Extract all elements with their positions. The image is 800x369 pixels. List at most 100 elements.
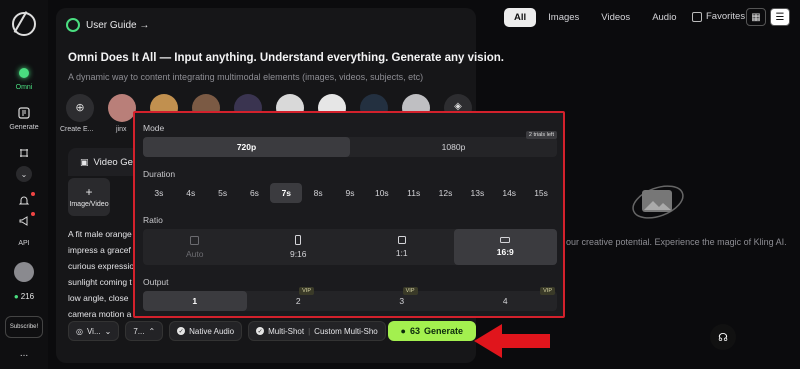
ratio-16-9-label: 16:9	[496, 247, 514, 257]
filter-images[interactable]: Images	[538, 8, 589, 27]
video-tab-label: Video Ge	[93, 156, 133, 168]
filter-videos[interactable]: Videos	[591, 8, 640, 27]
native-audio-toggle[interactable]: ✓ Native Audio	[169, 321, 243, 341]
prompt-line: A fit male orange	[68, 229, 132, 239]
check-icon: ✓	[256, 327, 265, 335]
generate-button[interactable]: ● 63 Generate	[387, 321, 476, 341]
chevron-down-icon: ⌄	[104, 326, 112, 336]
video-icon: ▣	[80, 156, 89, 167]
output-2-label: 2	[295, 296, 301, 306]
avatar[interactable]	[14, 262, 34, 282]
duration-option[interactable]: 15s	[525, 183, 557, 203]
ratio-label: Ratio	[143, 215, 163, 225]
prompt-line: camera motion a	[68, 309, 132, 319]
list-view-button[interactable]: ☰	[770, 8, 790, 26]
ratio-option-auto[interactable]: Auto	[143, 229, 247, 265]
duration-selector: 3s 4s 5s 6s 7s 8s 9s 10s 11s 12s 13s 14s 15s	[143, 183, 557, 203]
empty-state-image-icon	[632, 185, 684, 219]
subscribe-button[interactable]: Subscribe!	[5, 316, 43, 338]
rail-label-api: API	[18, 240, 30, 247]
duration-dropdown[interactable]: 7... ⌃	[125, 321, 164, 341]
duration-option[interactable]: 5s	[207, 183, 239, 203]
app-logo-icon[interactable]	[12, 12, 36, 36]
duration-option[interactable]: 8s	[302, 183, 334, 203]
duration-option[interactable]: 13s	[461, 183, 493, 203]
credits-value: 216	[20, 292, 35, 301]
duration-option[interactable]: 11s	[398, 183, 430, 203]
filter-tabs: All Images Videos Audio	[504, 8, 687, 27]
empty-state-text: our creative potential. Experience the m…	[566, 237, 787, 247]
duration-option[interactable]: 4s	[175, 183, 207, 203]
rail-item-announcements[interactable]	[0, 212, 48, 230]
prompt-line: low angle, close	[68, 293, 129, 303]
mode-option-720p[interactable]: 720p	[143, 137, 350, 157]
favorites-label: Favorites	[706, 11, 746, 22]
square-ratio-icon	[397, 236, 406, 244]
prompt-line: sunlight coming t	[68, 277, 132, 287]
support-button[interactable]: ☊	[710, 324, 736, 350]
mode-selector: 720p 1080p 2 trials left	[143, 131, 557, 157]
favorites-checkbox[interactable]: Favorites	[692, 11, 745, 22]
ratio-option-9-16[interactable]: 9:16	[247, 229, 351, 265]
output-4-label: 4	[502, 296, 508, 306]
bottom-toolbar: ◎ Vi... ⌄ 7... ⌃ ✓ Native Audio ✓ Multi-…	[68, 321, 476, 341]
chevron-down-icon: ⌄	[16, 166, 32, 182]
divider: |	[308, 326, 311, 336]
portrait-ratio-icon	[295, 235, 302, 245]
filter-all[interactable]: All	[504, 8, 537, 27]
duration-option[interactable]: 12s	[430, 183, 462, 203]
output-option-4[interactable]: 4 VIP	[454, 287, 558, 311]
prompt-line: curious expressio	[68, 261, 135, 271]
vip-badge: VIP	[540, 287, 555, 295]
duration-chip-label: 7...	[133, 326, 145, 336]
multi-shot-toggle[interactable]: ✓ Multi-Shot | Custom Multi-Sho	[248, 321, 386, 341]
grid-view-button[interactable]: ▦	[746, 8, 766, 26]
rail-label-generate: Generate	[9, 124, 39, 131]
mode-icon: ◎	[76, 326, 83, 336]
plus-icon: +	[85, 184, 93, 199]
ratio-option-1-1[interactable]: 1:1	[350, 229, 454, 265]
rail-more[interactable]: ...	[0, 346, 48, 359]
output-option-3[interactable]: 3 VIP	[350, 287, 454, 311]
rail-item-api[interactable]: API	[0, 238, 48, 247]
duration-option[interactable]: 7s	[270, 183, 303, 203]
view-toggle: ▦ ☰	[746, 8, 790, 26]
element-jinx[interactable]: jinx	[108, 94, 136, 133]
omni-icon	[15, 64, 33, 82]
ratio-option-16-9[interactable]: 16:9	[453, 229, 557, 265]
mode-option-1080p[interactable]: 1080p 2 trials left	[350, 131, 557, 157]
checkbox-icon	[692, 11, 702, 22]
prompt-line: impress a gracef	[68, 245, 131, 255]
rail-expand-button[interactable]: ⌄	[0, 166, 48, 182]
mode-dropdown[interactable]: ◎ Vi... ⌄	[68, 321, 120, 341]
rail-item-canvas[interactable]	[0, 144, 48, 162]
duration-option[interactable]: 10s	[366, 183, 398, 203]
add-element-icon: ⊕	[75, 102, 85, 114]
multi-shot-label: Multi-Shot	[268, 326, 305, 336]
duration-option[interactable]: 14s	[493, 183, 525, 203]
rail-item-generate[interactable]: Generate	[0, 104, 48, 131]
mode-chip-label: Vi...	[86, 326, 101, 336]
output-option-2[interactable]: 2 VIP	[247, 287, 351, 311]
output-label: Output	[143, 277, 169, 287]
output-option-1[interactable]: 1	[143, 291, 247, 311]
landscape-ratio-icon	[500, 237, 511, 243]
user-guide-label: User Guide →	[86, 19, 150, 31]
rail-item-notifications[interactable]	[0, 192, 48, 210]
rail-item-omni[interactable]: Omni	[0, 64, 48, 91]
credits-display[interactable]: ● 216	[0, 292, 48, 301]
settings-popover: Mode 720p 1080p 2 trials left Duration 3…	[133, 111, 565, 318]
prompt-textarea[interactable]: A fit male orange impress a gracef curio…	[68, 226, 136, 322]
rail-item-profile[interactable]	[0, 262, 48, 282]
check-icon: ✓	[177, 327, 186, 335]
duration-option[interactable]: 6s	[239, 183, 271, 203]
image-video-upload[interactable]: + Image/Video	[68, 178, 110, 216]
generate-cost: 63	[409, 326, 420, 336]
filter-audio[interactable]: Audio	[642, 8, 686, 27]
duration-option[interactable]: 3s	[143, 183, 175, 203]
user-guide-link[interactable]: User Guide →	[66, 18, 149, 32]
create-element-button[interactable]: ⊕ Create E...	[60, 94, 94, 133]
duration-option[interactable]: 9s	[334, 183, 366, 203]
more-label: ...	[19, 348, 29, 359]
headset-icon: ☊	[718, 331, 728, 344]
